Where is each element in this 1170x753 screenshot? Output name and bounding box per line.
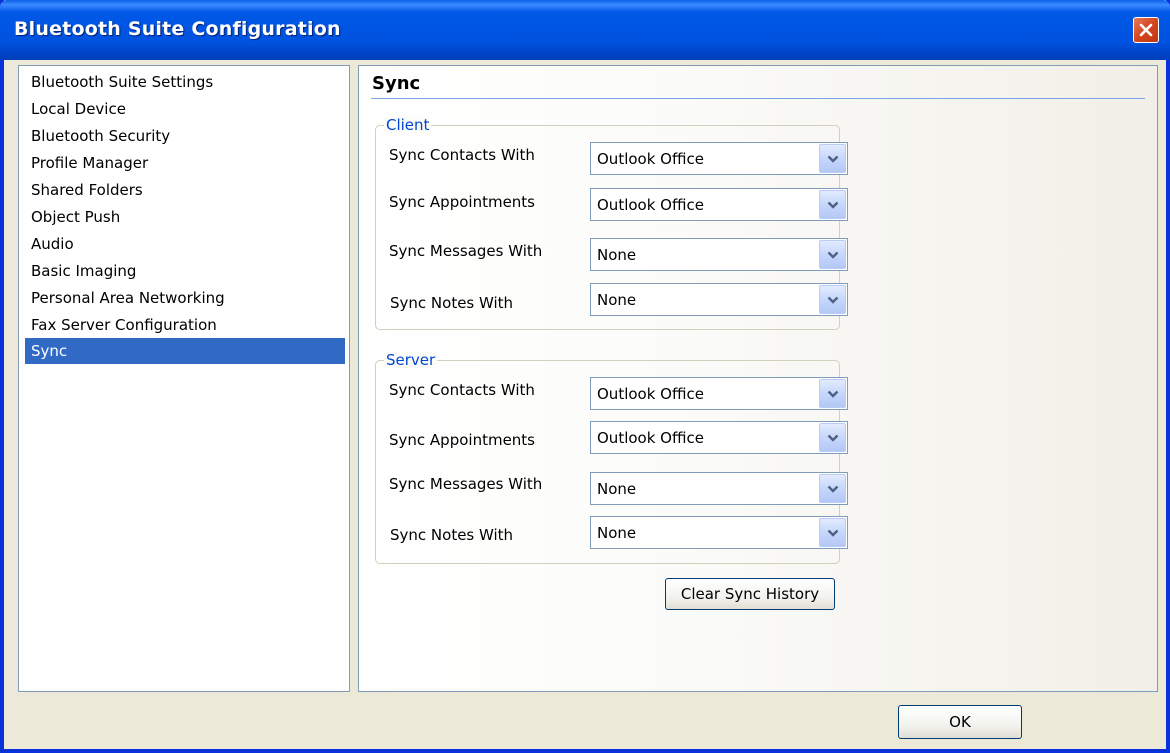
server-appointments-select[interactable]: Outlook Office [590,421,848,454]
client-appointments-select[interactable]: Outlook Office [590,188,848,221]
client-notes-label: Sync Notes With [390,294,514,312]
title-bar[interactable]: Bluetooth Suite Configuration [0,0,1170,60]
panel-title: Sync [372,73,421,94]
client-group: Client Sync Contacts With Outlook Office… [375,117,848,330]
dropdown-button[interactable] [819,190,846,219]
title-divider [371,98,1145,99]
combo-value: None [597,291,637,309]
server-contacts-select[interactable]: Outlook Office [590,377,848,410]
combo-value: Outlook Office [597,150,704,168]
server-contacts-label: Sync Contacts With [389,381,535,399]
combo-value: None [597,524,637,542]
combo-value: Outlook Office [597,429,704,447]
chevron-down-icon [827,296,839,304]
client-messages-select[interactable]: None [590,238,848,271]
combo-value: None [597,480,637,498]
tree-item-bluetooth-security[interactable]: Bluetooth Security [25,123,345,149]
tree-item-sync[interactable]: Sync [25,338,345,364]
chevron-down-icon [827,251,839,259]
tree-item-bluetooth-suite-settings[interactable]: Bluetooth Suite Settings [25,69,345,95]
client-contacts-select[interactable]: Outlook Office [590,142,848,175]
client-appointments-label: Sync Appointments [389,193,536,211]
client-group-label: Client [384,116,432,134]
chevron-down-icon [827,485,839,493]
client-contacts-label: Sync Contacts With [389,146,535,164]
tree-item-object-push[interactable]: Object Push [25,204,345,230]
dropdown-button[interactable] [819,518,846,547]
chevron-down-icon [827,529,839,537]
server-messages-select[interactable]: None [590,472,848,505]
server-appointments-label: Sync Appointments [389,431,536,449]
clear-sync-history-button[interactable]: Clear Sync History [665,578,835,610]
dropdown-button[interactable] [819,144,846,173]
sync-panel: Sync Client Sync Contacts With Outlook O… [358,65,1158,692]
combo-value: Outlook Office [597,196,704,214]
tree-item-personal-area-networking[interactable]: Personal Area Networking [25,285,345,311]
tree-item-local-device[interactable]: Local Device [25,96,345,122]
dropdown-button[interactable] [819,423,846,452]
dropdown-button[interactable] [819,474,846,503]
combo-value: Outlook Office [597,385,704,403]
server-notes-label: Sync Notes With [390,526,514,544]
close-icon [1139,23,1153,37]
server-notes-select[interactable]: None [590,516,848,549]
server-group: Server Sync Contacts With Outlook Office… [375,352,848,564]
tree-item-profile-manager[interactable]: Profile Manager [25,150,345,176]
tree-item-basic-imaging[interactable]: Basic Imaging [25,258,345,284]
tree-item-fax-server-configuration[interactable]: Fax Server Configuration [25,312,345,338]
combo-value: None [597,246,637,264]
ok-button[interactable]: OK [898,705,1022,739]
chevron-down-icon [827,434,839,442]
close-button[interactable] [1133,17,1159,43]
chevron-down-icon [827,390,839,398]
settings-tree[interactable]: Bluetooth Suite Settings Local Device Bl… [18,65,350,692]
chevron-down-icon [827,201,839,209]
client-messages-label: Sync Messages With [389,242,543,260]
dropdown-button[interactable] [819,379,846,408]
tree-item-shared-folders[interactable]: Shared Folders [25,177,345,203]
window-title: Bluetooth Suite Configuration [14,18,341,40]
server-group-label: Server [384,351,438,369]
dropdown-button[interactable] [819,285,846,314]
chevron-down-icon [827,155,839,163]
client-notes-select[interactable]: None [590,283,848,316]
tree-item-audio[interactable]: Audio [25,231,345,257]
dropdown-button[interactable] [819,240,846,269]
server-messages-label: Sync Messages With [389,475,543,493]
